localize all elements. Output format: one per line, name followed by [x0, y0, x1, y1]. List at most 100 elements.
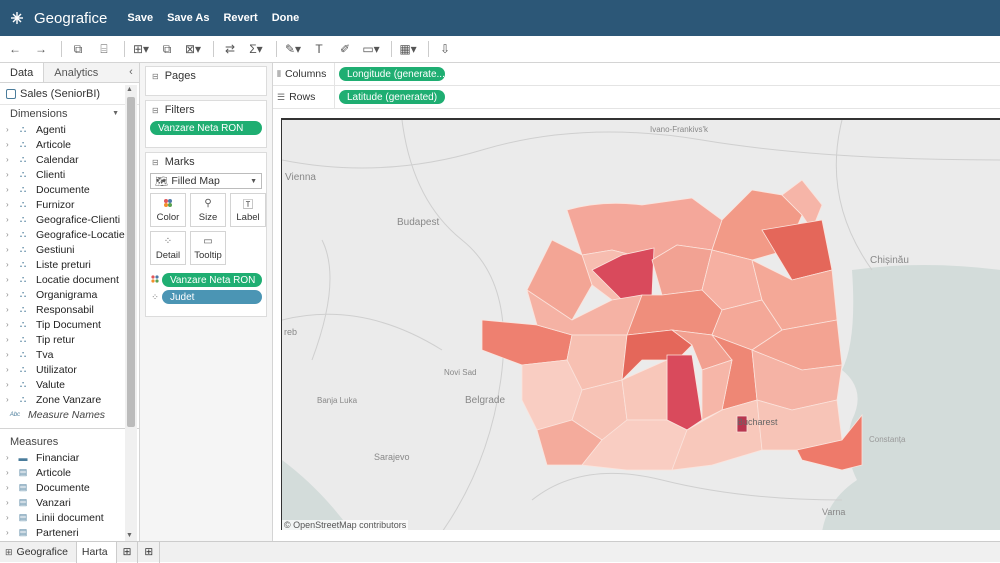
- rows-shelf[interactable]: ☰ Rows Latitude (generated): [273, 86, 1000, 109]
- tab-data[interactable]: Data: [0, 63, 45, 82]
- expand-icon[interactable]: ›: [6, 245, 14, 254]
- expand-icon[interactable]: ›: [6, 140, 14, 149]
- filters-card[interactable]: ⊟ Filters Vanzare Neta RON: [145, 100, 267, 148]
- dimension-item[interactable]: › ⛬ Articole: [0, 137, 139, 152]
- dimension-item[interactable]: › ⛬ Valute: [0, 377, 139, 392]
- expand-icon[interactable]: ›: [6, 513, 14, 522]
- duplicate-icon[interactable]: ⧉: [156, 39, 178, 59]
- new-worksheet-tab-icon[interactable]: ⊞: [117, 541, 139, 563]
- expand-icon[interactable]: ›: [6, 380, 14, 389]
- tab-analytics[interactable]: Analytics: [44, 63, 123, 82]
- filter-pill[interactable]: Vanzare Neta RON: [150, 121, 262, 135]
- dimension-item[interactable]: › ⛬ Gestiuni: [0, 242, 139, 257]
- new-dashboard-tab-icon[interactable]: ⊞: [138, 541, 161, 563]
- dimension-item[interactable]: › ⛬ Utilizator: [0, 362, 139, 377]
- fit-icon[interactable]: ▭▾: [360, 39, 382, 59]
- color-button[interactable]: Color: [150, 193, 186, 227]
- present-icon[interactable]: ⇩: [434, 39, 456, 59]
- expand-icon[interactable]: ›: [6, 395, 14, 404]
- scrollbar-thumb[interactable]: [127, 97, 135, 427]
- collapse-icon[interactable]: ⊟: [152, 158, 159, 167]
- scroll-down-icon[interactable]: ▼: [126, 532, 133, 539]
- dimension-item[interactable]: › ⛬ Liste preturi: [0, 257, 139, 272]
- expand-icon[interactable]: ›: [6, 528, 14, 537]
- dimensions-menu-icon[interactable]: ▼: [112, 110, 119, 117]
- pause-icon[interactable]: ⌸: [93, 39, 115, 59]
- expand-icon[interactable]: ›: [6, 498, 14, 507]
- columns-pill[interactable]: Longitude (generate...: [339, 67, 445, 81]
- expand-icon[interactable]: ›: [6, 365, 14, 374]
- dimension-item[interactable]: › ⛬ Geografice-Locatie: [0, 227, 139, 242]
- forward-icon[interactable]: →: [30, 39, 52, 59]
- scroll-up-icon[interactable]: ▲: [126, 86, 133, 93]
- map-attribution[interactable]: © OpenStreetMap contributors: [282, 520, 409, 530]
- expand-icon[interactable]: ›: [6, 230, 14, 239]
- dimension-item[interactable]: › ⛬ Tip retur: [0, 332, 139, 347]
- dimension-item[interactable]: › ⛬ Locatie document: [0, 272, 139, 287]
- done-button[interactable]: Done: [272, 12, 300, 24]
- new-worksheet-icon[interactable]: ⊞▾: [130, 39, 152, 59]
- measure-item[interactable]: › ▤ Vanzari: [0, 495, 139, 510]
- measure-item[interactable]: › ▤ Articole: [0, 465, 139, 480]
- dimension-item[interactable]: › ⛬ Calendar: [0, 152, 139, 167]
- expand-icon[interactable]: ›: [6, 215, 14, 224]
- data-pane-scrollbar[interactable]: ▲ ▼: [125, 85, 137, 541]
- columns-shelf[interactable]: ⦀ Columns Longitude (generate...: [273, 63, 1000, 86]
- measure-item[interactable]: › ▤ Linii document: [0, 510, 139, 525]
- label-button[interactable]: 🅃 Label: [230, 193, 266, 227]
- new-datasource-icon[interactable]: ⧉: [67, 39, 89, 59]
- dimension-item[interactable]: › ⛬ Responsabil: [0, 302, 139, 317]
- measure-names-field[interactable]: Abc Measure Names: [0, 407, 139, 422]
- tab-geografice[interactable]: ⊞ Geografice: [0, 541, 77, 563]
- dimension-item[interactable]: › ⛬ Tip Document: [0, 317, 139, 332]
- expand-icon[interactable]: ›: [6, 170, 14, 179]
- clear-icon[interactable]: ⊠▾: [182, 39, 204, 59]
- expand-icon[interactable]: ›: [6, 185, 14, 194]
- save-button[interactable]: Save: [127, 12, 153, 24]
- text-label-icon[interactable]: T: [308, 39, 330, 59]
- annotation-icon[interactable]: ✐: [334, 39, 356, 59]
- show-me-icon[interactable]: ▦▾: [397, 39, 419, 59]
- expand-icon[interactable]: ›: [6, 483, 14, 492]
- expand-icon[interactable]: ›: [6, 275, 14, 284]
- expand-icon[interactable]: ›: [6, 155, 14, 164]
- map-view[interactable]: Ivano-Frankivs'k Vienna Budapest Chișină…: [281, 118, 1000, 530]
- expand-icon[interactable]: ›: [6, 290, 14, 299]
- dimension-item[interactable]: › ⛬ Documente: [0, 182, 139, 197]
- expand-icon[interactable]: ›: [6, 305, 14, 314]
- expand-icon[interactable]: ›: [6, 320, 14, 329]
- collapse-icon[interactable]: ⊟: [152, 106, 159, 115]
- dimension-item[interactable]: › ⛬ Furnizor: [0, 197, 139, 212]
- mark-type-select[interactable]: 🗺 Filled Map ▼: [150, 173, 262, 189]
- dimension-item[interactable]: › ⛬ Zone Vanzare: [0, 392, 139, 407]
- measure-item[interactable]: › ▬ Financiar: [0, 450, 139, 465]
- save-as-button[interactable]: Save As: [167, 12, 209, 24]
- totals-icon[interactable]: Σ▾: [245, 39, 267, 59]
- expand-icon[interactable]: ›: [6, 125, 14, 134]
- rows-pill[interactable]: Latitude (generated): [339, 90, 445, 104]
- pages-card[interactable]: ⊟ Pages: [145, 66, 267, 96]
- expand-icon[interactable]: ›: [6, 200, 14, 209]
- expand-icon[interactable]: ›: [6, 468, 14, 477]
- measure-item[interactable]: › ▤ Parteneri: [0, 525, 139, 540]
- collapse-icon[interactable]: ⊟: [152, 72, 159, 81]
- highlight-icon[interactable]: ✎▾: [282, 39, 304, 59]
- expand-icon[interactable]: ›: [6, 350, 14, 359]
- measure-item[interactable]: › ▤ Documente: [0, 480, 139, 495]
- revert-button[interactable]: Revert: [223, 12, 257, 24]
- detail-button[interactable]: ⁘ Detail: [150, 231, 186, 265]
- tooltip-button[interactable]: ▭ Tooltip: [190, 231, 226, 265]
- collapse-pane-icon[interactable]: ‹: [123, 63, 139, 82]
- dimension-item[interactable]: › ⛬ Clienti: [0, 167, 139, 182]
- county-region[interactable]: [626, 289, 723, 336]
- color-pill[interactable]: Vanzare Neta RON: [162, 273, 262, 287]
- expand-icon[interactable]: ›: [6, 260, 14, 269]
- datasource-item[interactable]: Sales (SeniorBI): [0, 83, 139, 105]
- map-canvas[interactable]: Ivano-Frankivs'k Vienna Budapest Chișină…: [282, 120, 1000, 530]
- detail-pill[interactable]: Judet: [162, 290, 262, 304]
- dimension-item[interactable]: › ⛬ Agenti: [0, 122, 139, 137]
- back-icon[interactable]: ←: [4, 39, 26, 59]
- size-button[interactable]: ⚲ Size: [190, 193, 226, 227]
- dimension-item[interactable]: › ⛬ Tva: [0, 347, 139, 362]
- dimension-item[interactable]: › ⛬ Organigrama: [0, 287, 139, 302]
